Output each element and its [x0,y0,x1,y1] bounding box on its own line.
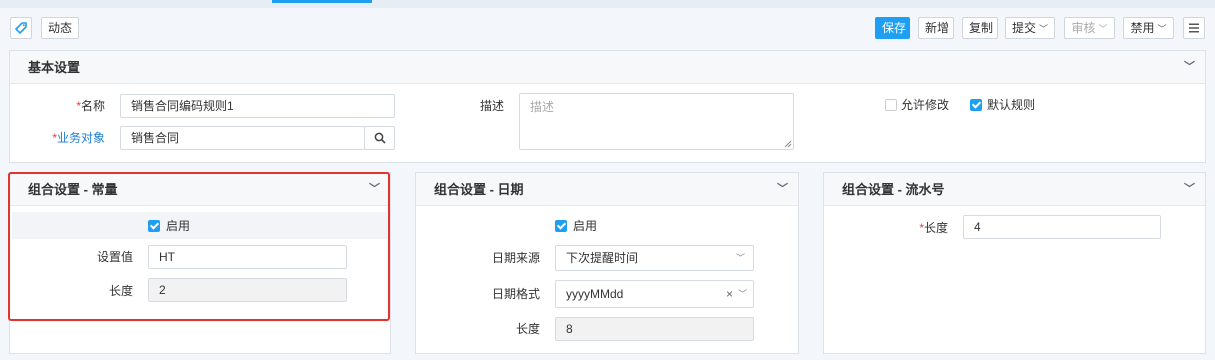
tag-button[interactable] [10,17,32,39]
panel-header: 基本设置 ﹀ [10,51,1205,84]
submit-label: 提交 [1012,21,1037,35]
serial-length-label: *长度 [919,221,948,235]
chevron-down-icon: ﹀ [737,289,747,299]
active-tab-indicator [272,0,372,3]
collapse-chevron-icon[interactable]: ﹀ [777,173,788,206]
review-label: 审核 [1071,21,1096,35]
clear-icon[interactable]: × [726,281,733,307]
name-label: *名称 [76,99,105,113]
date-format-label: 日期格式 [491,287,540,301]
top-tab-strip [0,0,1215,8]
disable-dropdown[interactable]: 禁用 ﹀ [1123,17,1174,39]
save-button[interactable]: 保存 [875,17,910,39]
search-icon [365,132,386,147]
disable-label: 禁用 [1130,21,1155,35]
serial-length-input[interactable]: 4 [963,215,1161,239]
business-object-label: *业务对象 [52,131,105,145]
tag-icon [14,22,28,38]
allow-edit-checkbox[interactable] [885,99,897,111]
new-button[interactable]: 新增 [918,17,954,39]
date-format-value: yyyyMMdd [566,287,624,301]
description-textarea[interactable]: 描述 [519,93,794,150]
submit-dropdown[interactable]: 提交 ﹀ [1005,17,1055,39]
date-format-select[interactable]: yyyyMMdd × ﹀ [555,280,754,308]
panel-title: 组合设置 - 日期 [434,182,524,197]
date-source-label: 日期来源 [491,251,540,265]
chevron-down-icon: ﹀ [1098,24,1108,34]
allow-edit-label: 允许修改 [901,98,950,112]
date-source-value: 下次提醒时间 [566,251,639,265]
default-rule-checkbox[interactable] [970,99,982,111]
date-length-field: 8 [555,317,754,341]
menu-icon [1188,23,1200,37]
serial-settings-panel: 组合设置 - 流水号 ﹀ [823,172,1206,354]
more-menu-button[interactable] [1183,17,1205,39]
highlight-box [8,172,390,321]
collapse-chevron-icon[interactable]: ﹀ [1184,51,1195,84]
date-enabled-checkbox[interactable] [555,220,567,232]
date-length-label: 长度 [515,322,540,336]
review-dropdown[interactable]: 审核 ﹀ [1064,17,1115,39]
date-enabled-label: 启用 [573,219,598,233]
default-rule-label: 默认规则 [987,98,1036,112]
date-source-select[interactable]: 下次提醒时间 ﹀ [555,245,754,271]
panel-title: 组合设置 - 流水号 [842,182,945,197]
collapse-chevron-icon[interactable]: ﹀ [1184,173,1195,206]
chevron-down-icon: ﹀ [1157,24,1167,34]
resize-handle-icon[interactable] [784,140,792,148]
copy-button[interactable]: 复制 [962,17,998,39]
description-label: 描述 [479,99,504,113]
business-object-input[interactable]: 销售合同 [120,126,365,150]
object-search-button[interactable] [364,126,395,150]
panel-header: 组合设置 - 流水号 ﹀ [824,173,1205,206]
chevron-down-icon: ﹀ [1039,24,1049,34]
chevron-down-icon: ﹀ [735,253,745,263]
panel-title: 基本设置 [28,60,81,75]
panel-header: 组合设置 - 日期 ﹀ [416,173,798,206]
name-input[interactable]: 销售合同编码规则1 [120,94,395,118]
activity-button[interactable]: 动态 [41,17,80,39]
